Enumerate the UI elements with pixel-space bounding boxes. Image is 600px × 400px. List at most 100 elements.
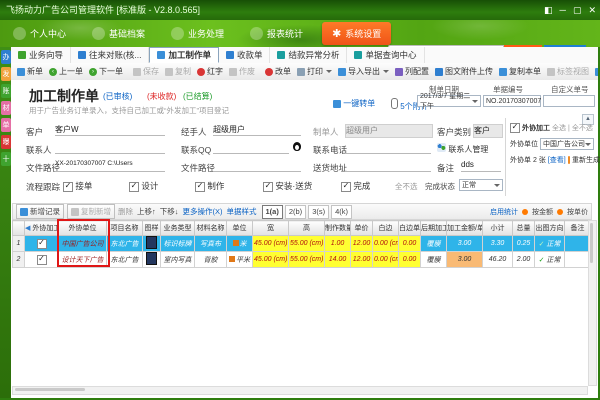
cell-process-amount[interactable]: 3.00 [447,252,483,268]
cell-margin[interactable]: 0.00 (cm) [373,252,399,268]
cell-total[interactable]: 2.00 [513,252,535,268]
col-outsource[interactable]: ◀ 外协加工 [25,221,59,236]
cell-price[interactable]: 12.00 [351,252,373,268]
table-row[interactable]: 1 中国广告公司 东北广告 标识标牌 写真布 米 45.00 (cm) 55.0… [13,236,591,252]
move-up-button[interactable]: 上移↑ [137,206,156,217]
cell-price[interactable]: 12.00 [351,236,373,252]
column-config-button[interactable]: 列配置 [392,66,432,77]
regenerate-link[interactable]: 重新生成 [572,155,600,165]
col-post-process[interactable]: 后期加工 [421,221,447,236]
note-field[interactable]: dds [461,160,501,172]
page-tab-2[interactable]: 2(b) [285,205,306,219]
maximize-icon[interactable]: ▢ [573,0,582,20]
row-outsource-cell[interactable] [25,252,59,268]
table-row[interactable]: 2 设计天下广告 东北广告 室内写真 背胶 平米 45.00 (cm) 55.0… [13,252,591,268]
customer-field[interactable]: 客户W [55,124,165,136]
print-button[interactable]: 打印 [294,66,335,77]
col-subtotal[interactable]: 小计 [483,221,513,236]
import-export-button[interactable]: 导入导出 [335,66,392,77]
file-path1-field[interactable]: XX-20170307007 C:\Users [55,160,165,172]
nav-item-reports[interactable]: 报表统计 [237,20,316,47]
sidebar-tile[interactable]: 曝 [1,135,11,149]
cell-subtotal[interactable]: 3.30 [483,236,513,252]
page-tab-3[interactable]: 3(s) [308,205,329,219]
col-outsource-unit[interactable]: 外协单位 [59,221,107,236]
file-path2-field[interactable] [213,160,301,172]
cell-material[interactable]: 背胶 [195,252,227,268]
row-outsource-checkbox[interactable] [37,255,47,265]
prev-order-button[interactable]: ‹上一单 [46,66,86,77]
new-order-button[interactable]: 新单 [14,66,46,77]
cell-unit[interactable]: 米 [227,236,253,252]
col-project[interactable]: 项目名称 [107,221,143,236]
cell-post-process[interactable]: 覆膜 [421,236,447,252]
qq-penguin-icon[interactable] [293,142,301,151]
next-order-button[interactable]: ›下一单 [86,66,126,77]
finish-status-select[interactable]: 正常 [459,179,503,191]
tab-work-order[interactable]: 加工制作单 [149,47,219,63]
add-record-button[interactable]: 新增记录 [16,204,64,219]
nav-item-personal[interactable]: 个人中心 [0,20,79,47]
sidebar-tile[interactable]: 单 [1,118,11,132]
minimize-icon[interactable]: ─ [560,0,566,20]
tab-reconciliation[interactable]: 往来对账(核... [71,47,149,63]
duplicate-order-button[interactable]: 复制本单 [496,66,544,77]
page-tab-4[interactable]: 4(k) [331,205,352,219]
process-step-make[interactable]: 制作 [195,180,224,192]
select-none-link[interactable]: 全不选 [572,123,593,133]
by-amount-radio[interactable] [522,209,528,215]
sidebar-tile[interactable]: 发 [1,67,11,81]
status-unpaid-link[interactable]: (未收款) [147,91,176,102]
scrollbar-thumb[interactable] [15,388,85,391]
sidebar-tile[interactable]: 材 [1,101,11,115]
outsource-unit-select[interactable]: 中国广告公司 [540,138,594,150]
col-qty[interactable]: 制作数量 [325,221,351,236]
status-audited-link[interactable]: (已审核) [103,91,132,102]
cell-note[interactable] [565,236,591,252]
col-picture[interactable]: 图样 [143,221,161,236]
process-step-install[interactable]: 安装·送货 [263,180,312,192]
view-outsource-link[interactable]: [查看] [548,155,566,165]
col-height[interactable]: 高 [289,221,325,236]
nav-item-archives[interactable]: 基础档案 [79,20,158,47]
cell-picture[interactable] [143,252,161,268]
col-unit[interactable]: 单位 [227,221,253,236]
col-width[interactable]: 宽 [253,221,289,236]
address-field[interactable] [345,160,431,172]
delete-row-button[interactable]: 删除 [118,206,133,217]
void-button[interactable]: 作废 [226,66,258,77]
custom-no-field[interactable] [543,95,595,107]
order-no-field[interactable]: NO.20170307007 [483,95,541,107]
process-select-none-link[interactable]: 全不选 [395,181,418,192]
enable-stats-link[interactable]: 启用统计 [490,207,518,217]
outsource-checkbox[interactable] [510,123,520,133]
cell-margin-price[interactable]: 0.00 [399,236,421,252]
cell-direction[interactable]: ✓ 正常 [535,252,565,268]
col-margin-price[interactable]: 白边单价 [399,221,421,236]
cell-qty[interactable]: 1.00 [325,236,351,252]
process-step-finish[interactable]: 完成 [341,180,370,192]
label-view-button[interactable]: 标签视图 [544,66,592,77]
customer-type-field[interactable]: 客户 [473,124,503,138]
save-button[interactable]: 保存 [130,66,162,77]
one-key-transfer-link[interactable]: 一键转单 [333,98,375,109]
process-step-order[interactable]: 接单 [63,180,92,192]
cell-note[interactable] [565,252,591,268]
scrollbar-thumb[interactable] [590,223,593,263]
cell-total[interactable]: 0.25 [513,236,535,252]
horizontal-scrollbar[interactable] [12,386,588,395]
more-actions-button[interactable]: 更多操作(X) [183,206,223,217]
qq-field[interactable] [213,142,289,154]
col-material[interactable]: 材料名称 [195,221,227,236]
phone-field[interactable] [345,142,431,154]
cell-outsource-unit[interactable]: 中国广告公司 [59,236,107,252]
col-process-amount[interactable]: 加工金额/单价 [447,221,483,236]
col-biz-type[interactable]: 业务类型 [161,221,195,236]
process-step-design[interactable]: 设计 [129,180,158,192]
col-price[interactable]: 单价 [351,221,373,236]
tab-business-wizard[interactable]: 业务向导 [11,47,71,63]
cell-material[interactable]: 写真布 [195,236,227,252]
cell-height[interactable]: 55.00 (cm) [289,236,325,252]
cell-subtotal[interactable]: 46.20 [483,252,513,268]
row-outsource-cell[interactable] [25,236,59,252]
